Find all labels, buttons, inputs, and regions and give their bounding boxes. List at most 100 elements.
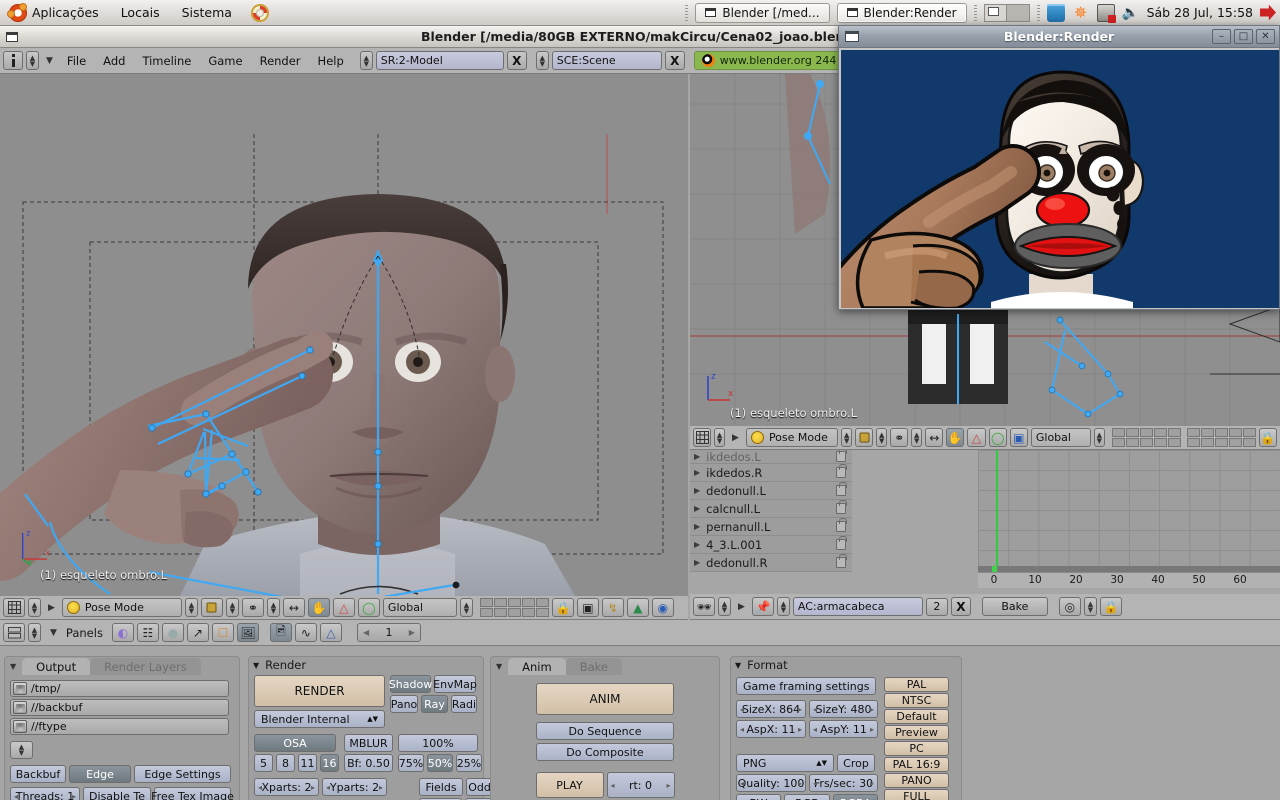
- asp-y-stepper[interactable]: AspY: 11: [809, 720, 878, 738]
- lock-icon[interactable]: [836, 554, 847, 568]
- rgba-toggle[interactable]: RGBA: [833, 794, 878, 800]
- expand-triangle-icon[interactable]: ▶: [694, 486, 700, 495]
- draw-type-icon[interactable]: [855, 428, 874, 447]
- bw-toggle[interactable]: BW: [736, 794, 781, 800]
- size-x-stepper[interactable]: SizeX: 864: [736, 700, 806, 718]
- scene-buttons-icon[interactable]: 🖼: [236, 623, 259, 642]
- orientation-spinner[interactable]: ▲ ▼: [459, 598, 473, 617]
- manipulator-extra-icon[interactable]: ▣: [1009, 428, 1028, 447]
- mode-selector-field[interactable]: Pose Mode: [61, 598, 182, 617]
- header-collapse-icon[interactable]: ▶: [44, 603, 59, 613]
- sound-sub-icon[interactable]: △: [319, 623, 342, 642]
- osa-8[interactable]: 8: [276, 754, 295, 772]
- editing-buttons-icon[interactable]: ↗: [186, 623, 209, 642]
- radi-toggle[interactable]: Radi: [451, 695, 477, 713]
- scene-selector-field[interactable]: SCE:Scene: [551, 51, 662, 70]
- mode-selector-spinner-right[interactable]: ▲ ▼: [841, 428, 853, 447]
- output-path-field-3[interactable]: //ftype: [10, 718, 229, 735]
- current-frame-indicator[interactable]: [996, 450, 998, 572]
- layer-buttons-group-2[interactable]: [1111, 428, 1256, 447]
- mode-selector-spinner[interactable]: ▲ ▼: [184, 598, 198, 617]
- trash-icon[interactable]: [1046, 3, 1065, 22]
- size-50-button[interactable]: 50%: [427, 754, 453, 772]
- render-image-canvas[interactable]: [841, 50, 1279, 308]
- editor-type-3dview-icon[interactable]: [693, 428, 712, 447]
- taskbar-item-blender-render[interactable]: Blender:Render: [836, 2, 967, 23]
- workspace-switcher[interactable]: [983, 3, 1030, 22]
- minimize-button[interactable]: –: [1212, 29, 1231, 44]
- draw-type-icon[interactable]: [200, 598, 223, 617]
- expand-triangle-icon[interactable]: ▶: [694, 558, 700, 567]
- rgb-toggle[interactable]: RGB: [784, 794, 830, 800]
- menu-help[interactable]: Help: [311, 52, 351, 70]
- screen-selector-spinner[interactable]: ▲ ▼: [359, 51, 373, 70]
- ray-toggle[interactable]: Ray: [421, 695, 448, 713]
- manipulator-translate-icon[interactable]: ✋: [946, 428, 965, 447]
- screen-selector-field[interactable]: SR:2-Model: [375, 51, 504, 70]
- snap-icon[interactable]: ↔: [925, 428, 944, 447]
- backbuf-toggle[interactable]: Backbuf: [10, 765, 66, 783]
- anim-sub-icon[interactable]: ∿: [294, 623, 317, 642]
- lock-icon[interactable]: [836, 518, 847, 532]
- tab-output[interactable]: Output: [22, 658, 91, 675]
- game-framing-button[interactable]: Game framing settings: [736, 677, 876, 695]
- do-sequence-toggle[interactable]: Do Sequence: [536, 722, 674, 740]
- preset-preview[interactable]: Preview: [884, 725, 949, 740]
- workspace-2[interactable]: [1006, 4, 1029, 21]
- quality-stepper[interactable]: Quality: 100: [736, 774, 806, 792]
- window-icon[interactable]: [845, 31, 859, 42]
- asp-x-stepper[interactable]: AspX: 11: [736, 720, 806, 738]
- list-item[interactable]: ▶ pernanull.L: [690, 518, 852, 536]
- preset-full[interactable]: FULL: [884, 789, 949, 800]
- panel-collapse-icon[interactable]: ▼: [493, 662, 508, 671]
- panel-collapse-icon[interactable]: ▼: [7, 662, 22, 671]
- mblur-toggle[interactable]: MBLUR: [344, 734, 393, 752]
- shadow-toggle[interactable]: Shadow: [389, 675, 432, 693]
- manipulator-scale-icon[interactable]: ◯: [357, 598, 380, 617]
- editor-type-spinner[interactable]: ▲ ▼: [28, 598, 41, 617]
- outliner-channel-list[interactable]: ▶ ikdedos.L ▶ ikdedos.R ▶ dedonull.L ▶ c…: [690, 450, 852, 572]
- lock-icon[interactable]: [836, 536, 847, 550]
- crop-toggle[interactable]: Crop: [837, 754, 875, 772]
- ghost-icon[interactable]: ◉: [651, 598, 674, 617]
- tab-anim[interactable]: Anim: [508, 658, 566, 675]
- expand-triangle-icon[interactable]: ▶: [694, 540, 700, 549]
- editor-type-3dview-icon[interactable]: [3, 598, 25, 617]
- manipulator-rotate-icon[interactable]: △: [967, 428, 986, 447]
- preset-pal169[interactable]: PAL 16:9: [884, 757, 949, 772]
- osa-5[interactable]: 5: [254, 754, 273, 772]
- render-window-titlebar[interactable]: Blender:Render – □ ✕: [839, 26, 1279, 48]
- action-users-button[interactable]: 2: [925, 597, 948, 616]
- draw-type-spinner[interactable]: ▲ ▼: [225, 598, 239, 617]
- pivot-spinner[interactable]: ▲ ▼: [266, 598, 280, 617]
- menu-add[interactable]: Add: [96, 52, 132, 70]
- screen-delete-button[interactable]: X: [506, 51, 527, 70]
- action-lock-icon[interactable]: 🔒: [1099, 597, 1122, 616]
- preset-ntsc[interactable]: NTSC: [884, 693, 949, 708]
- render-sub-icon[interactable]: 🖻: [269, 623, 292, 642]
- editor-type-icon[interactable]: [3, 51, 23, 70]
- clock[interactable]: Sáb 28 Jul, 15:58: [1147, 5, 1253, 20]
- lock-icon[interactable]: [836, 450, 847, 462]
- editor-type-action-icon[interactable]: 🕶: [693, 597, 715, 616]
- list-item[interactable]: ▶ 4_3.L.001: [690, 536, 852, 554]
- manipulator-rotate-icon[interactable]: △: [332, 598, 355, 617]
- world-buttons-icon[interactable]: ☐: [211, 623, 234, 642]
- tab-bake[interactable]: Bake: [565, 658, 622, 675]
- free-tex-image-toggle[interactable]: Free Tex Image: [151, 787, 234, 800]
- maximize-button[interactable]: □: [1234, 29, 1253, 44]
- size-100-button[interactable]: 100%: [398, 734, 478, 752]
- edge-settings-button[interactable]: Edge Settings: [134, 765, 231, 783]
- update-burst-icon[interactable]: ✵: [1072, 3, 1090, 22]
- render-preview-icon[interactable]: ▣: [576, 598, 599, 617]
- expand-triangle-icon[interactable]: ▶: [694, 452, 700, 461]
- edge-toggle[interactable]: Edge: [69, 765, 131, 783]
- menu-file[interactable]: File: [60, 52, 93, 70]
- lock-icon[interactable]: [836, 482, 847, 496]
- folder-image-icon[interactable]: [13, 720, 27, 733]
- viewport-3d-left[interactable]: z x y (1) esqueleto ombro.L: [0, 74, 688, 596]
- do-composite-toggle[interactable]: Do Composite: [536, 743, 674, 761]
- expand-triangle-icon[interactable]: ▶: [694, 522, 700, 531]
- action-browse-spinner[interactable]: ▲ ▼: [776, 597, 790, 616]
- list-item[interactable]: ▶ calcnull.L: [690, 500, 852, 518]
